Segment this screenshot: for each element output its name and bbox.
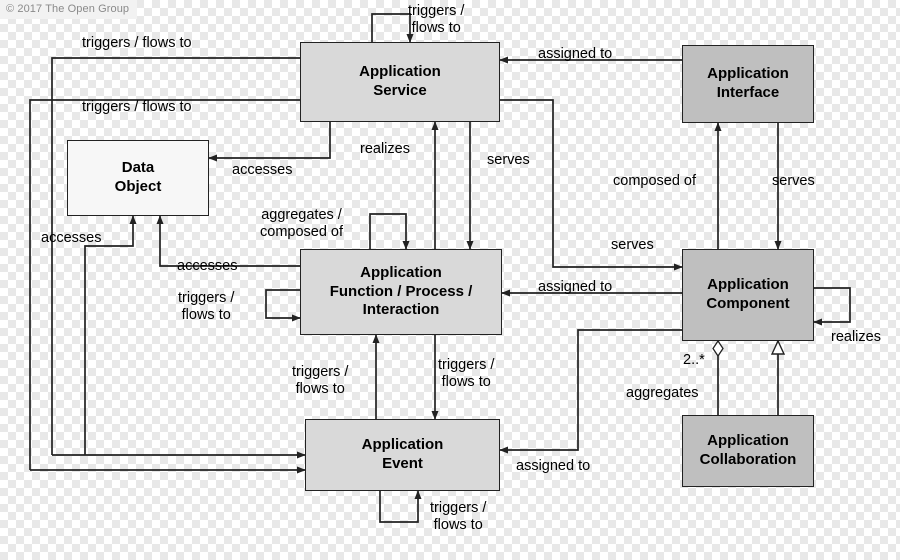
edge-label-realizes-component-self: realizes	[831, 329, 881, 345]
edge-label-triggers-flows-to-function-self: triggers / flows to	[178, 290, 235, 324]
node-application-collaboration[interactable]: Application Collaboration	[682, 415, 814, 487]
diagram-canvas: Application Service Application Interfac…	[0, 0, 900, 560]
node-label-line: Interaction	[362, 301, 440, 319]
edge-label-triggers-flows-to-event-self: triggers / flows to	[430, 500, 487, 534]
node-label-line: Component	[706, 295, 790, 312]
node-application-service[interactable]: Application Service	[300, 42, 500, 122]
node-label-line: Application	[707, 276, 789, 294]
edge-label-realizes-function-service: realizes	[360, 141, 410, 157]
edge-label-assigned-to-component-function: assigned to	[538, 279, 613, 295]
edge-label-assigned-to-interface-service: assigned to	[538, 46, 613, 62]
node-label-line: Function / Process /	[329, 282, 473, 300]
edge-label-serves-component-function: serves	[611, 237, 654, 253]
node-application-component[interactable]: Application Component	[682, 249, 814, 341]
node-label-line: Object	[114, 178, 162, 195]
copyright-watermark: © 2017 The Open Group	[0, 0, 138, 19]
node-label-line: Interface	[716, 84, 780, 101]
node-label-line: Service	[373, 82, 427, 99]
edge-label-accesses-service-data-object: accesses	[232, 162, 293, 178]
edge-label-aggregates-collaboration-component: aggregates	[626, 385, 699, 401]
node-label-line: Application	[360, 263, 442, 281]
node-label-line: Application	[359, 63, 441, 81]
edge-label-triggers-flows-to-function-event: triggers / flows to	[438, 357, 495, 391]
edge-label-accesses-event-data-object: accesses	[41, 230, 102, 246]
node-label-line: Application	[707, 65, 789, 83]
edge-label-aggregates-composed-of-function: aggregates / composed of	[260, 207, 344, 241]
edge-label-triggers-flows-to-service-self: triggers / flows to	[408, 3, 465, 37]
node-data-object[interactable]: Data Object	[67, 140, 209, 216]
node-label-line: Application	[707, 432, 789, 450]
node-label-line: Application	[361, 436, 444, 454]
edge-label-triggers-flows-to-service-event-a: triggers / flows to	[82, 35, 192, 51]
node-application-event[interactable]: Application Event	[305, 419, 500, 491]
edge-label-serves-service-function: serves	[487, 152, 530, 168]
node-label-line: Collaboration	[699, 451, 797, 468]
edge-label-assigned-to-component-event: assigned to	[516, 458, 591, 474]
node-application-function-process-interaction[interactable]: Application Function / Process / Interac…	[300, 249, 502, 335]
edge-label-multiplicity-2-star: 2..*	[683, 352, 705, 368]
node-label-line: Data	[121, 159, 155, 177]
edge-label-triggers-flows-to-service-event-b: triggers / flows to	[82, 99, 192, 115]
node-label-line: Event	[382, 455, 423, 472]
edge-label-triggers-flows-to-event-function: triggers / flows to	[292, 364, 349, 398]
edge-label-serves-interface-component: serves	[772, 173, 815, 189]
edge-label-composed-of-component-interface: composed of	[613, 173, 697, 189]
edge-label-accesses-function-data-object: accesses	[177, 258, 238, 274]
node-application-interface[interactable]: Application Interface	[682, 45, 814, 123]
